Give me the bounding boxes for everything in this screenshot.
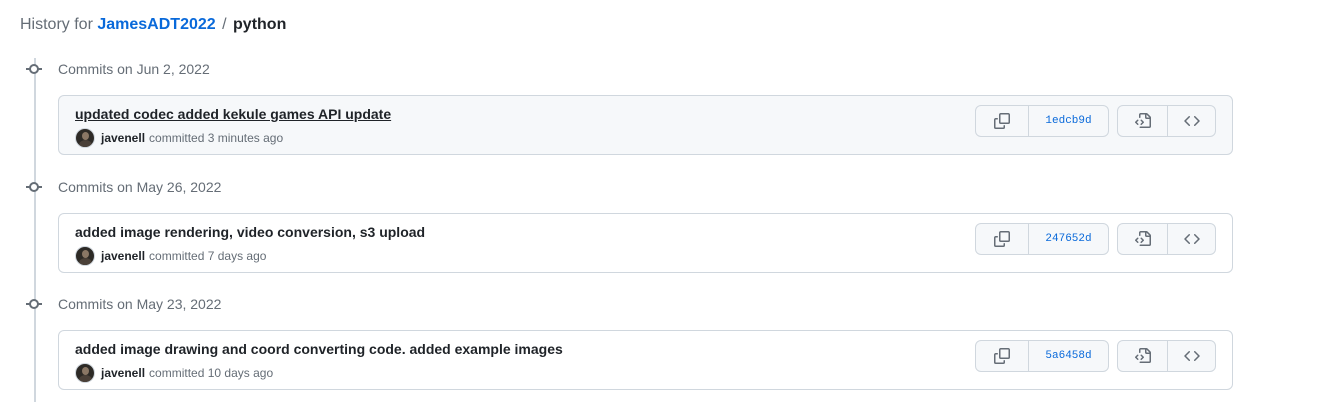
commit-item: added image rendering, video conversion,… — [58, 213, 1233, 273]
git-commit-icon — [20, 292, 48, 316]
sha-button-group: 247652d — [975, 223, 1109, 255]
commit-author[interactable]: javenell — [101, 131, 145, 145]
commit-group-header: Commits on May 23, 2022 — [20, 292, 221, 316]
path-separator: / — [222, 16, 227, 33]
browse-repo-button[interactable] — [1118, 106, 1167, 136]
commit-author[interactable]: javenell — [101, 366, 145, 380]
commit-action: committed — [149, 131, 205, 145]
copy-icon — [994, 348, 1010, 364]
browse-button-group — [1117, 340, 1216, 372]
file-code-icon — [1134, 348, 1151, 363]
commit-author[interactable]: javenell — [101, 249, 145, 263]
copy-sha-button[interactable] — [976, 106, 1028, 136]
commit-sha-link[interactable]: 247652d — [1028, 224, 1108, 254]
commit-item: updated codec added kekule games API upd… — [58, 95, 1233, 155]
copy-icon — [994, 113, 1010, 129]
commit-meta: javenell committed 7 days ago — [75, 246, 266, 266]
view-code-button[interactable] — [1167, 106, 1215, 136]
path-name: python — [233, 16, 287, 33]
file-code-icon — [1134, 113, 1151, 128]
commit-message-link[interactable]: updated codec added kekule games API upd… — [75, 106, 391, 122]
commit-action: committed — [149, 366, 205, 380]
commit-action: committed — [149, 249, 205, 263]
code-icon — [1183, 115, 1200, 127]
commit-sha-link[interactable]: 1edcb9d — [1028, 106, 1108, 136]
commit-group-title: Commits on May 23, 2022 — [58, 296, 222, 312]
code-icon — [1183, 350, 1200, 362]
avatar[interactable] — [75, 246, 95, 266]
sha-button-group: 5a6458d — [975, 340, 1109, 372]
copy-icon — [994, 231, 1010, 247]
commit-message-link[interactable]: added image rendering, video conversion,… — [75, 224, 425, 240]
browse-button-group — [1117, 105, 1216, 137]
commit-meta: javenell committed 3 minutes ago — [75, 128, 283, 148]
commit-meta: javenell committed 10 days ago — [75, 363, 273, 383]
git-commit-icon — [20, 57, 48, 81]
page-title: History for JamesADT2022 / python — [20, 16, 286, 34]
commit-sha-link[interactable]: 5a6458d — [1028, 341, 1108, 371]
copy-sha-button[interactable] — [976, 224, 1028, 254]
code-icon — [1183, 233, 1200, 245]
commit-time: 10 days ago — [207, 366, 274, 380]
git-commit-icon — [20, 175, 48, 199]
sha-button-group: 1edcb9d — [975, 105, 1109, 137]
commit-group-title: Commits on May 26, 2022 — [58, 179, 222, 195]
file-code-icon — [1134, 231, 1151, 246]
browse-button-group — [1117, 223, 1216, 255]
browse-repo-button[interactable] — [1118, 224, 1167, 254]
avatar[interactable] — [75, 128, 95, 148]
commit-message-link[interactable]: added image drawing and coord converting… — [75, 341, 563, 357]
commit-group-title: Commits on Jun 2, 2022 — [58, 61, 210, 77]
commit-time: 7 days ago — [207, 249, 267, 263]
avatar[interactable] — [75, 363, 95, 383]
view-code-button[interactable] — [1167, 341, 1215, 371]
commit-time: 3 minutes ago — [207, 131, 284, 145]
repo-owner-link[interactable]: JamesADT2022 — [97, 16, 215, 33]
browse-repo-button[interactable] — [1118, 341, 1167, 371]
commit-group-header: Commits on Jun 2, 2022 — [20, 57, 210, 81]
commit-item: added image drawing and coord converting… — [58, 330, 1233, 390]
copy-sha-button[interactable] — [976, 341, 1028, 371]
timeline-line — [34, 58, 36, 402]
commit-group-header: Commits on May 26, 2022 — [20, 175, 221, 199]
title-prefix: History for — [20, 16, 93, 33]
view-code-button[interactable] — [1167, 224, 1215, 254]
